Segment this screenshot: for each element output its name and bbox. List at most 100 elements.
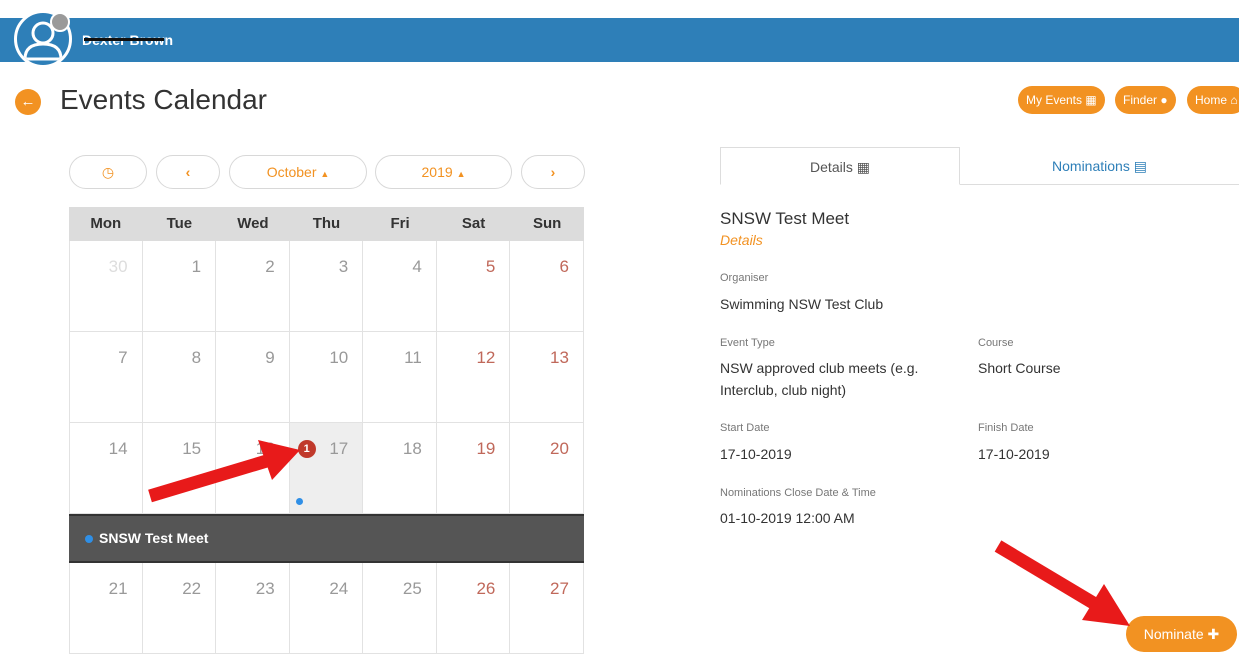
top-bar (0, 18, 1239, 62)
home-button[interactable]: Home ⌂ (1187, 86, 1239, 114)
day-number: 21 (108, 579, 128, 598)
day-number: 11 (404, 348, 422, 367)
finish-date-value: 17-10-2019 (978, 446, 1050, 462)
year-select[interactable]: 2019 ▲ (375, 155, 512, 189)
day-number: 10 (329, 348, 349, 367)
day-cell[interactable]: 6 (510, 241, 584, 332)
day-number: 22 (182, 579, 202, 598)
event-type-value-line2: Interclub, club night) (720, 382, 847, 398)
day-cell[interactable]: 13 (510, 332, 584, 423)
weekday-tue: Tue (166, 215, 193, 232)
calendar-icon: ▦ (856, 159, 870, 175)
day-number: 9 (265, 348, 275, 367)
chevron-left-icon: ‹ (185, 164, 191, 180)
lock-icon (50, 12, 70, 32)
course-label: Course (978, 337, 1014, 349)
day-number: 12 (476, 348, 496, 367)
day-cell[interactable]: 24 (289, 563, 364, 654)
finish-date-label: Finish Date (978, 422, 1034, 434)
day-number: 3 (338, 257, 349, 276)
day-number: 18 (402, 439, 422, 458)
day-number: 26 (476, 579, 496, 598)
day-number: 24 (329, 579, 349, 598)
redaction-line (84, 38, 164, 41)
day-number: 8 (191, 348, 202, 367)
weekday-sun: Sun (532, 215, 562, 232)
nominate-label: Nominate (1143, 626, 1204, 642)
annotation-arrow-icon (994, 540, 1130, 626)
finder-button[interactable]: Finder ● (1115, 86, 1176, 114)
day-number: 13 (550, 348, 569, 367)
event-name: SNSW Test Meet (99, 530, 209, 546)
event-dot (85, 535, 93, 544)
day-cell[interactable]: 2 (216, 241, 290, 332)
nominate-button[interactable]: Nominate ✚ (1126, 616, 1237, 652)
annotation-arrow-icon (148, 440, 300, 503)
caret-up-icon: ▲ (456, 169, 466, 179)
day-cell[interactable]: 21 (69, 563, 143, 654)
clock-icon: ◷ (101, 164, 115, 180)
next-month-button[interactable]: › (521, 155, 585, 189)
day-cell[interactable]: 8 (142, 332, 217, 423)
prev-month-button[interactable]: ‹ (156, 155, 220, 189)
calendar-grid: Mon Tue Wed Thu Fri Sat Sun 30 1 2 3 4 5… (69, 207, 584, 654)
weekday-fri: Fri (390, 215, 410, 232)
today-button[interactable]: ◷ (69, 155, 147, 189)
weekday-header: Mon Tue Wed Thu Fri Sat Sun (69, 207, 584, 241)
month-label: October (266, 164, 317, 180)
day-cell[interactable]: 7 (69, 332, 143, 423)
day-cell[interactable]: 5 (436, 241, 511, 332)
day-number: 23 (255, 579, 275, 598)
day-cell[interactable]: 20 (510, 423, 584, 514)
finder-label: Finder (1123, 93, 1158, 107)
back-button[interactable]: ← (15, 89, 41, 115)
tab-nominations[interactable]: Nominations ▤ (960, 147, 1239, 185)
caret-up-icon: ▲ (320, 169, 330, 179)
weekday-wed: Wed (237, 215, 269, 232)
day-cell[interactable]: 27 (510, 563, 584, 654)
day-cell[interactable]: 11 (363, 332, 437, 423)
day-cell[interactable]: 3 (289, 241, 364, 332)
year-label: 2019 (421, 164, 453, 180)
event-list-item[interactable]: SNSW Test Meet (69, 514, 584, 563)
month-select[interactable]: October ▲ (229, 155, 367, 189)
day-number: 6 (559, 257, 569, 276)
day-number: 1 (191, 257, 202, 276)
day-cell[interactable]: 1 (142, 241, 217, 332)
day-cell[interactable]: 19 (436, 423, 511, 514)
course-value: Short Course (978, 360, 1061, 376)
weekday-mon: Mon (90, 215, 122, 232)
day-number: 2 (265, 257, 275, 276)
weekday-thu: Thu (312, 215, 341, 232)
my-events-label: My Events (1026, 93, 1083, 107)
day-cell[interactable]: 23 (216, 563, 290, 654)
day-cell[interactable]: 25 (363, 563, 437, 654)
weekday-sat: Sat (461, 215, 486, 232)
day-cell[interactable]: 10 (289, 332, 364, 423)
day-number: 14 (108, 439, 128, 458)
tab-details[interactable]: Details ▦ (720, 147, 960, 185)
day-cell[interactable]: 18 (363, 423, 437, 514)
day-cell[interactable]: 30 (69, 241, 143, 332)
start-date-label: Start Date (720, 422, 770, 434)
my-events-button[interactable]: My Events ▦ (1018, 86, 1105, 114)
day-number: 7 (118, 348, 128, 367)
day-number: 17 (329, 439, 349, 458)
day-cell[interactable]: 26 (436, 563, 511, 654)
week-row: 21 22 23 24 25 26 27 (69, 563, 584, 654)
day-cell[interactable]: 14 (69, 423, 143, 514)
day-number: 5 (485, 257, 496, 276)
detail-tabs: Details ▦ Nominations ▤ (720, 147, 1239, 185)
map-pin-icon: ● (1160, 93, 1168, 107)
day-cell[interactable]: 12 (436, 332, 511, 423)
day-number: 4 (412, 257, 422, 276)
event-subtitle: Details (720, 232, 763, 248)
week-row: 7 8 9 10 11 12 13 (69, 332, 584, 423)
calendar-icon: ▦ (1085, 93, 1097, 107)
day-cell[interactable]: 4 (363, 241, 437, 332)
week-row: 30 1 2 3 4 5 6 (69, 241, 584, 332)
day-cell[interactable]: 9 (216, 332, 290, 423)
day-cell[interactable]: 22 (142, 563, 217, 654)
tab-details-label: Details (810, 159, 853, 175)
day-number: 25 (402, 579, 422, 598)
